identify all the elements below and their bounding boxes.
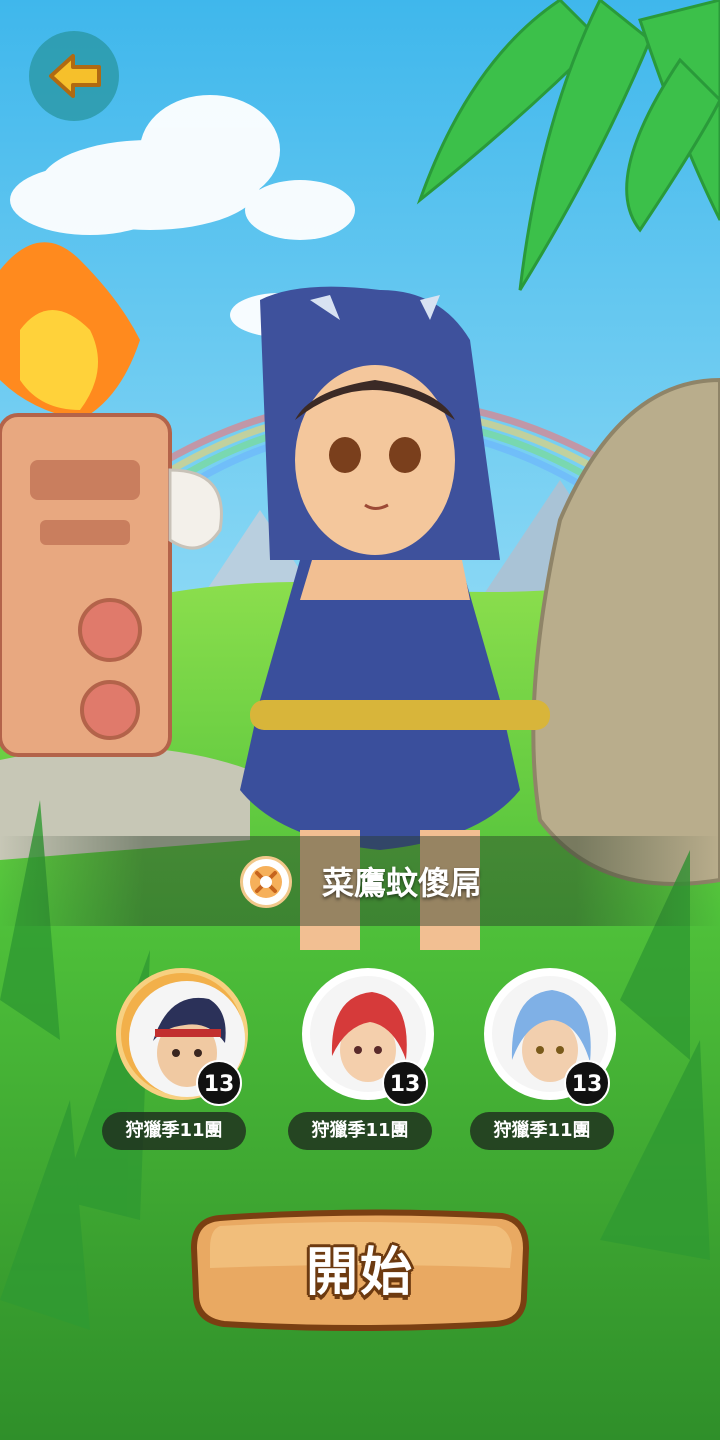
team-slot-3[interactable]: 13 狩獵季11團 (470, 968, 630, 1158)
level-badge: 13 (564, 1060, 610, 1106)
team-name-label: 狩獵季11團 (470, 1112, 614, 1150)
team-slot-1[interactable]: 13 狩獵季11團 (102, 968, 262, 1158)
crossed-hunt-emblem-icon (240, 856, 292, 908)
start-button[interactable]: 開始 (190, 1208, 530, 1332)
arrow-left-icon (49, 54, 101, 98)
team-slot-2[interactable]: 13 狩獵季11團 (288, 968, 448, 1158)
start-label: 開始 (305, 1243, 414, 1303)
back-button[interactable] (29, 31, 119, 121)
team-name-label: 狩獵季11團 (288, 1112, 432, 1150)
player-name: 菜鷹蚊傻屌 (322, 864, 483, 902)
level-badge: 13 (382, 1060, 428, 1106)
team-name-label: 狩獵季11團 (102, 1112, 246, 1150)
level-badge: 13 (196, 1060, 242, 1106)
